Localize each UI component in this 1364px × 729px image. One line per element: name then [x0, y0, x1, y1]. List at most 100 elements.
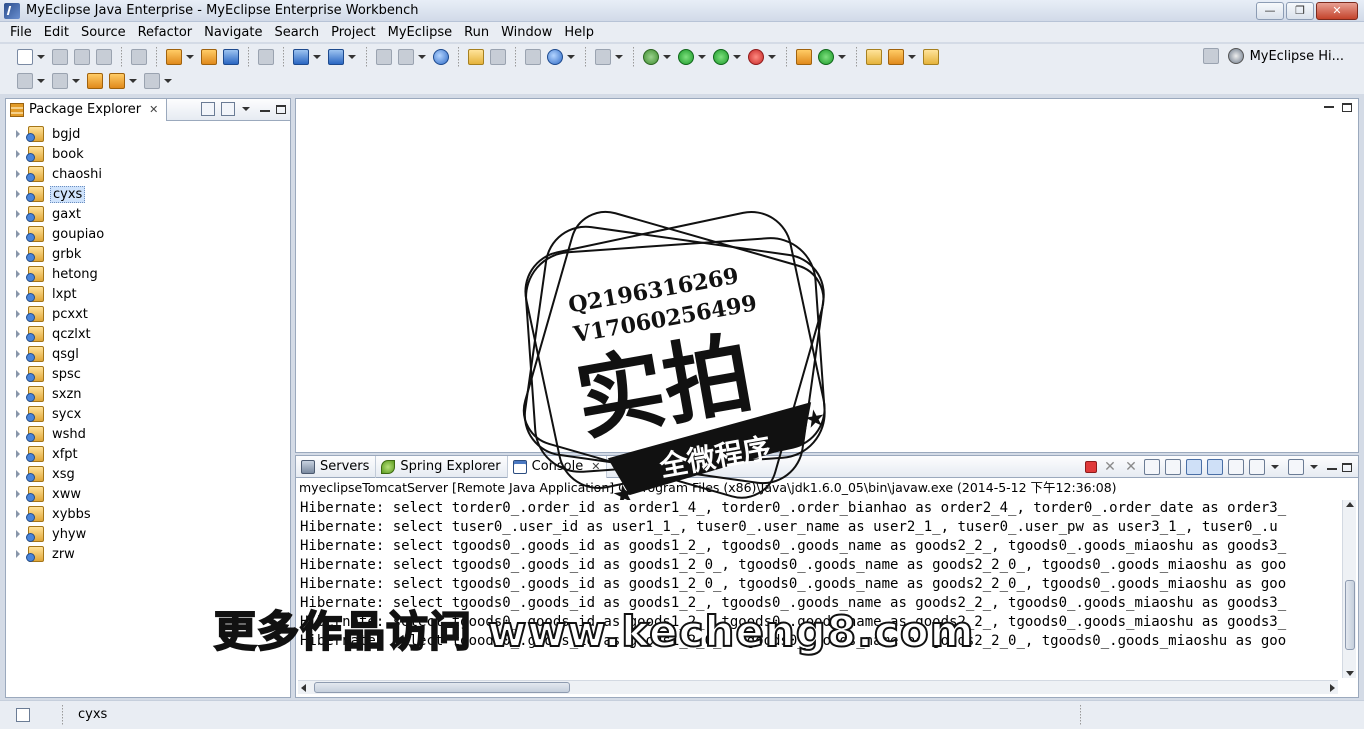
prev-annotation-icon[interactable]: [52, 73, 68, 89]
new-web-project-icon[interactable]: [166, 49, 182, 65]
debug-dropdown-arrow-icon[interactable]: [663, 55, 671, 59]
tab-spring-explorer[interactable]: Spring Explorer: [376, 455, 508, 478]
perspective-switcher[interactable]: MyEclipse Hi...: [1200, 48, 1344, 64]
terminate-icon[interactable]: [1085, 461, 1097, 473]
save-icon[interactable]: [52, 49, 68, 65]
fast-view-icon[interactable]: [16, 708, 30, 722]
tree-item[interactable]: bgjd: [6, 124, 290, 144]
internet-explorer-icon[interactable]: [547, 49, 563, 65]
menu-source[interactable]: Source: [75, 25, 132, 40]
run-profile-icon[interactable]: [713, 49, 729, 65]
tree-item[interactable]: xsg: [6, 464, 290, 484]
tree-item[interactable]: hetong: [6, 264, 290, 284]
wizard-dropdown-arrow-icon[interactable]: [313, 55, 321, 59]
tree-item[interactable]: qczlxt: [6, 324, 290, 344]
tree-item[interactable]: goupiao: [6, 224, 290, 244]
scroll-lock-icon[interactable]: [1165, 459, 1181, 475]
tab-servers[interactable]: Servers: [296, 455, 377, 478]
refresh-project-icon[interactable]: [490, 49, 506, 65]
menu-window[interactable]: Window: [495, 25, 558, 40]
menu-search[interactable]: Search: [268, 25, 325, 40]
menu-navigate[interactable]: Navigate: [198, 25, 268, 40]
collapse-all-icon[interactable]: [201, 102, 215, 116]
tree-item[interactable]: qsgl: [6, 344, 290, 364]
tree-item[interactable]: pcxxt: [6, 304, 290, 324]
open-perspective-icon[interactable]: [1202, 48, 1219, 64]
expand-arrow-icon[interactable]: [16, 550, 20, 558]
scroll-down-arrow-icon[interactable]: [1346, 671, 1354, 676]
prev-annotation-dropdown-arrow-icon[interactable]: [72, 79, 80, 83]
scroll-up-arrow-icon[interactable]: [1346, 502, 1354, 507]
menu-file[interactable]: File: [4, 25, 38, 40]
expand-arrow-icon[interactable]: [16, 230, 20, 238]
editor-area[interactable]: [295, 98, 1359, 453]
expand-arrow-icon[interactable]: [16, 310, 20, 318]
minimize-button[interactable]: —: [1256, 2, 1284, 20]
vertical-scroll-thumb[interactable]: [1345, 580, 1355, 650]
expand-arrow-icon[interactable]: [16, 470, 20, 478]
tree-item[interactable]: chaoshi: [6, 164, 290, 184]
horizontal-scroll-thumb[interactable]: [314, 682, 570, 693]
expand-arrow-icon[interactable]: [16, 410, 20, 418]
open-browser-icon[interactable]: [398, 49, 414, 65]
tab-package-explorer[interactable]: Package Explorer ✕: [6, 98, 168, 121]
profile-dropdown-arrow-icon[interactable]: [733, 55, 741, 59]
scroll-left-arrow-icon[interactable]: [301, 684, 306, 692]
remove-all-terminated-icon[interactable]: ✕: [1123, 459, 1139, 475]
open-type-icon[interactable]: [525, 49, 541, 65]
new-icon[interactable]: [17, 49, 33, 65]
expand-arrow-icon[interactable]: [16, 190, 20, 198]
open-project-icon[interactable]: [866, 49, 882, 65]
clear-console-icon[interactable]: [1144, 459, 1160, 475]
terminal-dropdown-arrow-icon[interactable]: [615, 55, 623, 59]
scroll-right-arrow-icon[interactable]: [1330, 684, 1335, 692]
open-console-dropdown-icon[interactable]: [1310, 465, 1318, 469]
expand-arrow-icon[interactable]: [16, 450, 20, 458]
tree-item[interactable]: sxzn: [6, 384, 290, 404]
terminal-icon[interactable]: [595, 49, 611, 65]
tree-item[interactable]: yhyw: [6, 524, 290, 544]
back-icon[interactable]: [109, 73, 125, 89]
new-dropdown-arrow-icon[interactable]: [37, 55, 45, 59]
browser-dropdown-arrow-icon[interactable]: [418, 55, 426, 59]
server-wizard-dropdown-arrow-icon[interactable]: [348, 55, 356, 59]
next-annotation-dropdown-arrow-icon[interactable]: [37, 79, 45, 83]
binary-icon[interactable]: [131, 49, 147, 65]
minimize-view-icon[interactable]: [1327, 467, 1337, 470]
expand-arrow-icon[interactable]: [16, 390, 20, 398]
tree-item[interactable]: xfpt: [6, 444, 290, 464]
expand-arrow-icon[interactable]: [16, 530, 20, 538]
link-with-editor-icon[interactable]: [221, 102, 235, 116]
close-window-button[interactable]: ✕: [1316, 2, 1358, 20]
expand-arrow-icon[interactable]: [16, 130, 20, 138]
menu-refactor[interactable]: Refactor: [132, 25, 199, 40]
deploy-icon[interactable]: [223, 49, 239, 65]
display-selected-console-icon[interactable]: [1249, 459, 1265, 475]
external-tools-icon[interactable]: [748, 49, 764, 65]
view-menu-icon[interactable]: [242, 107, 250, 111]
expand-arrow-icon[interactable]: [16, 290, 20, 298]
menu-help[interactable]: Help: [558, 25, 600, 40]
tree-item[interactable]: wshd: [6, 424, 290, 444]
open-console-icon[interactable]: [1288, 459, 1304, 475]
ie-dropdown-arrow-icon[interactable]: [567, 55, 575, 59]
open-resource-icon[interactable]: [923, 49, 939, 65]
expand-arrow-icon[interactable]: [16, 150, 20, 158]
debug-icon[interactable]: [643, 49, 659, 65]
expand-arrow-icon[interactable]: [16, 270, 20, 278]
menu-run[interactable]: Run: [458, 25, 495, 40]
external-tools-dropdown-arrow-icon[interactable]: [768, 55, 776, 59]
tree-item[interactable]: spsc: [6, 364, 290, 384]
tree-item[interactable]: book: [6, 144, 290, 164]
restore-button[interactable]: ❐: [1286, 2, 1314, 20]
minimize-view-icon[interactable]: [260, 109, 270, 112]
back-dropdown-arrow-icon[interactable]: [129, 79, 137, 83]
expand-arrow-icon[interactable]: [16, 250, 20, 258]
expand-arrow-icon[interactable]: [16, 210, 20, 218]
web-browser-globe-icon[interactable]: [433, 49, 449, 65]
last-edit-location-icon[interactable]: [87, 73, 103, 89]
expand-arrow-icon[interactable]: [16, 490, 20, 498]
close-icon[interactable]: ✕: [591, 460, 600, 473]
open-folder-icon[interactable]: [468, 49, 484, 65]
tree-item[interactable]: xww: [6, 484, 290, 504]
